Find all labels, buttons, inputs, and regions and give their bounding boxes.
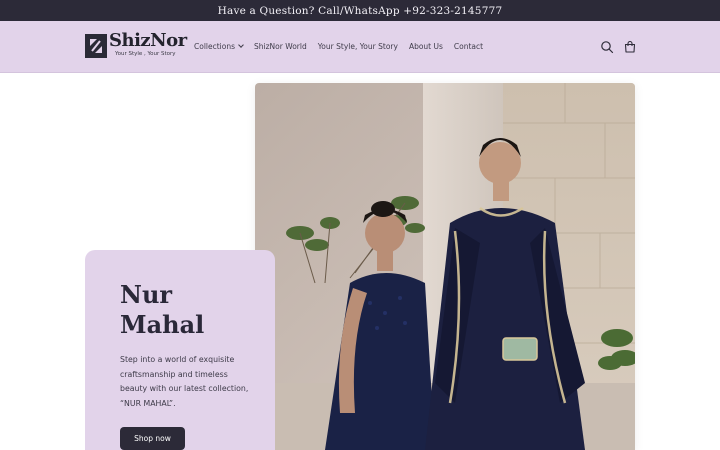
main-nav: Collections ShizNor World Your Style, Yo… bbox=[194, 42, 483, 51]
nav-item-contact[interactable]: Contact bbox=[454, 42, 483, 51]
nav-item-collections[interactable]: Collections bbox=[194, 42, 244, 51]
announcement-bar: Have a Question? Call/WhatsApp +92-323-2… bbox=[0, 0, 720, 21]
nav-item-label: Contact bbox=[453, 42, 484, 51]
nav-item-label: About Us bbox=[408, 42, 443, 51]
hero-photo bbox=[255, 83, 635, 450]
hero-description: Step into a world of exquisite craftsman… bbox=[120, 355, 249, 408]
nav-item-label: ShizNor World bbox=[254, 42, 307, 51]
hero-title: Nur Mahal bbox=[120, 280, 205, 339]
logo-mark-icon bbox=[85, 34, 107, 58]
brand-tagline: Your Style , Your Story bbox=[115, 51, 176, 57]
brand-name: ShizNor bbox=[109, 30, 187, 51]
chevron-down-icon bbox=[238, 42, 244, 48]
brand-logo[interactable]: ShizNor Your Style , Your Story bbox=[85, 30, 187, 61]
search-icon[interactable] bbox=[600, 40, 614, 54]
site-header: ShizNor Your Style , Your Story Collecti… bbox=[0, 21, 720, 73]
shop-now-button[interactable]: Shop now bbox=[120, 427, 185, 450]
nav-item-about-us[interactable]: About Us bbox=[409, 42, 443, 51]
cart-icon[interactable] bbox=[623, 40, 637, 54]
nav-item-your-style[interactable]: Your Style, Your Story bbox=[318, 42, 398, 51]
hero-image bbox=[255, 83, 635, 450]
nav-item-label: Collections bbox=[194, 42, 236, 51]
nav-item-shiznor-world[interactable]: ShizNor World bbox=[254, 42, 307, 51]
nav-item-label: Your Style, Your Story bbox=[317, 42, 398, 51]
hero-card: Nur Mahal Step into a world of exquisite… bbox=[85, 250, 275, 450]
announcement-text: Have a Question? Call/WhatsApp +92-323-2… bbox=[217, 4, 503, 17]
